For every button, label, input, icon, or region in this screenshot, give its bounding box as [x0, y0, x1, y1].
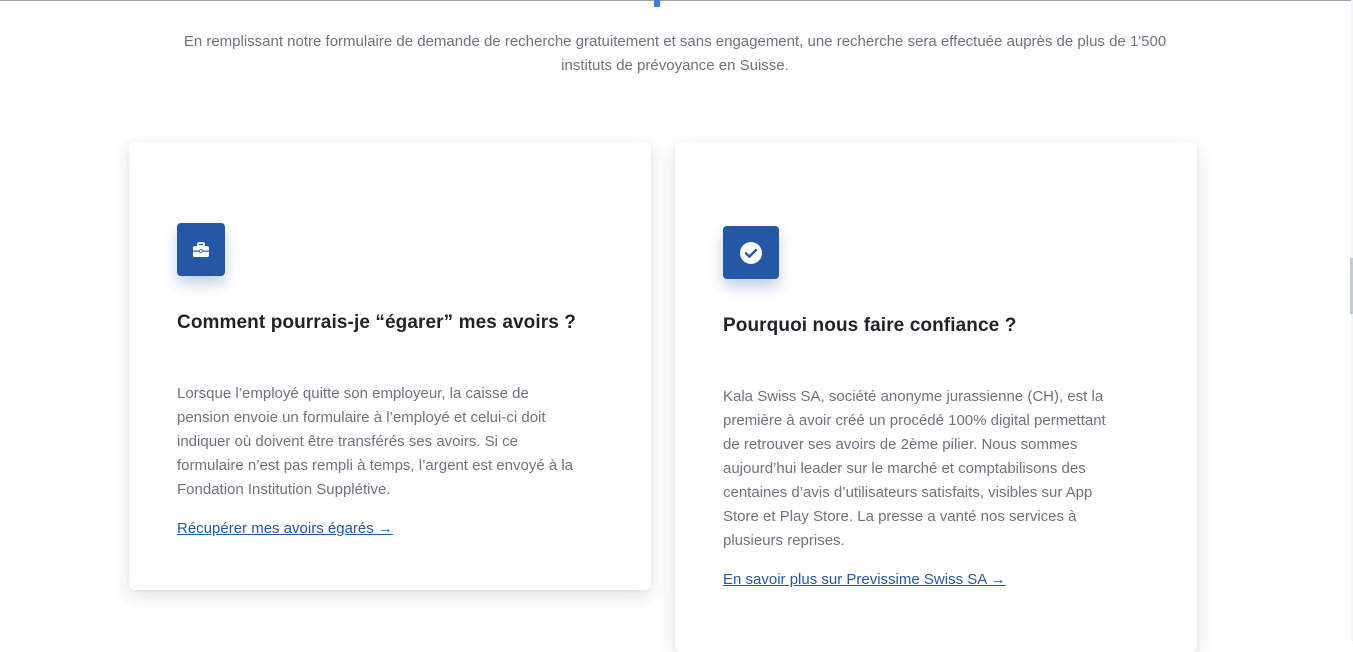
card-text-line: Lorsque l’employé quitte son employeur, …	[177, 385, 529, 402]
card-text-line: centaines d’avis d’utilisateurs satisfai…	[723, 484, 1093, 501]
card-text-line: première à avoir créé un procédé 100% di…	[723, 412, 1106, 429]
card-text-line: pension envoie un formulaire à l’employé…	[177, 409, 546, 426]
card-text-line: de retrouver ses avoirs de 2ème pilier. …	[723, 436, 1078, 453]
intro-text: En remplissant notre formulaire de deman…	[140, 30, 1210, 78]
card-title: Comment pourrais-je “égarer” mes avoirs …	[177, 312, 577, 333]
card-text-line: indiquer où doivent être transférés ses …	[177, 433, 519, 450]
card-text-line: Kala Swiss SA, société anonyme jurassien…	[723, 388, 1104, 405]
check-circle-icon	[723, 226, 779, 279]
card-text-line: Store et Play Store. La presse a vanté n…	[723, 508, 1077, 525]
card-text-line: plusieurs reprises.	[723, 532, 845, 549]
top-divider	[0, 0, 1353, 1]
card-description: Lorsque l’employé quitte son employeur, …	[177, 382, 607, 502]
card-text-line: aujourd’hui leader sur le marché et comp…	[723, 460, 1086, 477]
info-card-lost-assets: Comment pourrais-je “égarer” mes avoirs …	[129, 142, 651, 590]
section-marker	[654, 0, 660, 7]
recover-assets-link[interactable]: Récupérer mes avoirs égarés →	[177, 520, 393, 537]
card-title: Pourquoi nous faire confiance ?	[723, 315, 1017, 336]
card-description: Kala Swiss SA, société anonyme jurassien…	[723, 385, 1143, 553]
card-text-line: formulaire n’est pas rempli à temps, l’a…	[177, 457, 574, 474]
briefcase-icon	[177, 223, 225, 276]
intro-line-1: En remplissant notre formulaire de deman…	[183, 33, 1167, 50]
learn-more-link[interactable]: En savoir plus sur Previssime Swiss SA →	[723, 571, 1006, 588]
intro-line-2: instituts de prévoyance en Suisse.	[561, 57, 789, 74]
info-card-trust: Pourquoi nous faire confiance ? Kala Swi…	[675, 142, 1197, 652]
card-text-line: Fondation Institution Supplétive.	[177, 481, 391, 498]
